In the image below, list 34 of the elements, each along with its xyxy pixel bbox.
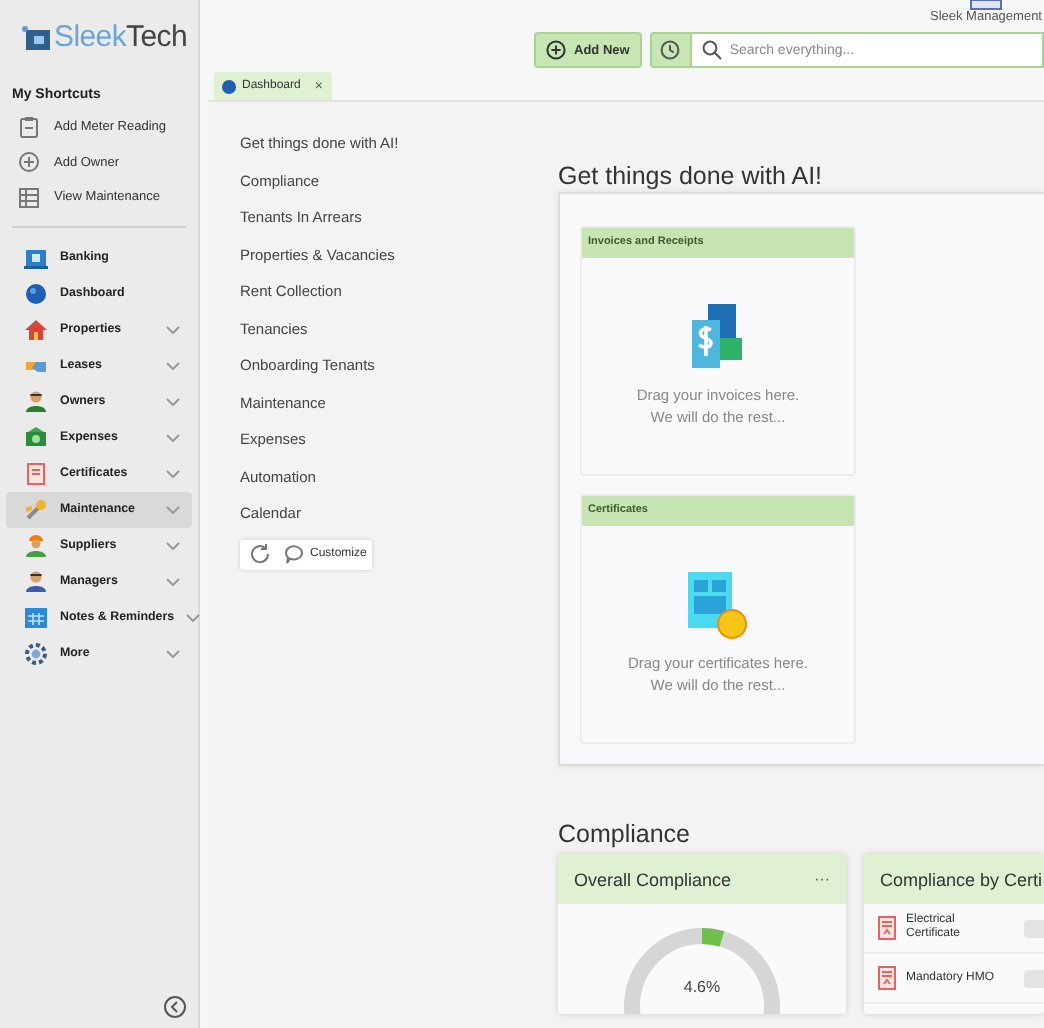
money-icon [24,425,48,449]
bank-icon [24,245,48,269]
gear-icon [24,641,48,665]
person-icon [24,389,48,413]
person-icon [24,569,48,593]
plus-circle-icon [546,40,566,60]
chat-icon [284,544,304,564]
clock-icon [660,40,681,60]
document-icon [878,916,896,940]
search-icon [701,40,722,60]
card-title: Compliance by Certi [880,869,1043,889]
certificate-icon [684,572,752,640]
circle-icon [222,79,236,93]
house-icon [24,317,48,341]
section-heading: Get things done with AI! [558,162,825,194]
window-icon [969,0,1002,10]
more-button[interactable]: ··· [814,870,830,888]
clipboard-icon [18,115,40,140]
table-icon [18,185,40,210]
circle-icon [24,281,48,305]
document-icon [878,966,896,990]
logo-text: SleekTech [54,18,188,58]
logo-icon [22,26,50,50]
collapse-button[interactable] [164,996,186,1018]
card-title: Overall Compliance [574,869,732,889]
history-button[interactable] [649,32,692,68]
plus-circle-icon [18,150,40,175]
worker-icon [24,533,48,557]
refresh-button[interactable] [248,542,272,566]
document-icon [24,461,48,485]
calendar-icon [24,605,48,629]
wrench-icon [24,497,48,521]
section-heading: Compliance [558,820,693,852]
percentage-value: 4.6% [681,978,723,996]
